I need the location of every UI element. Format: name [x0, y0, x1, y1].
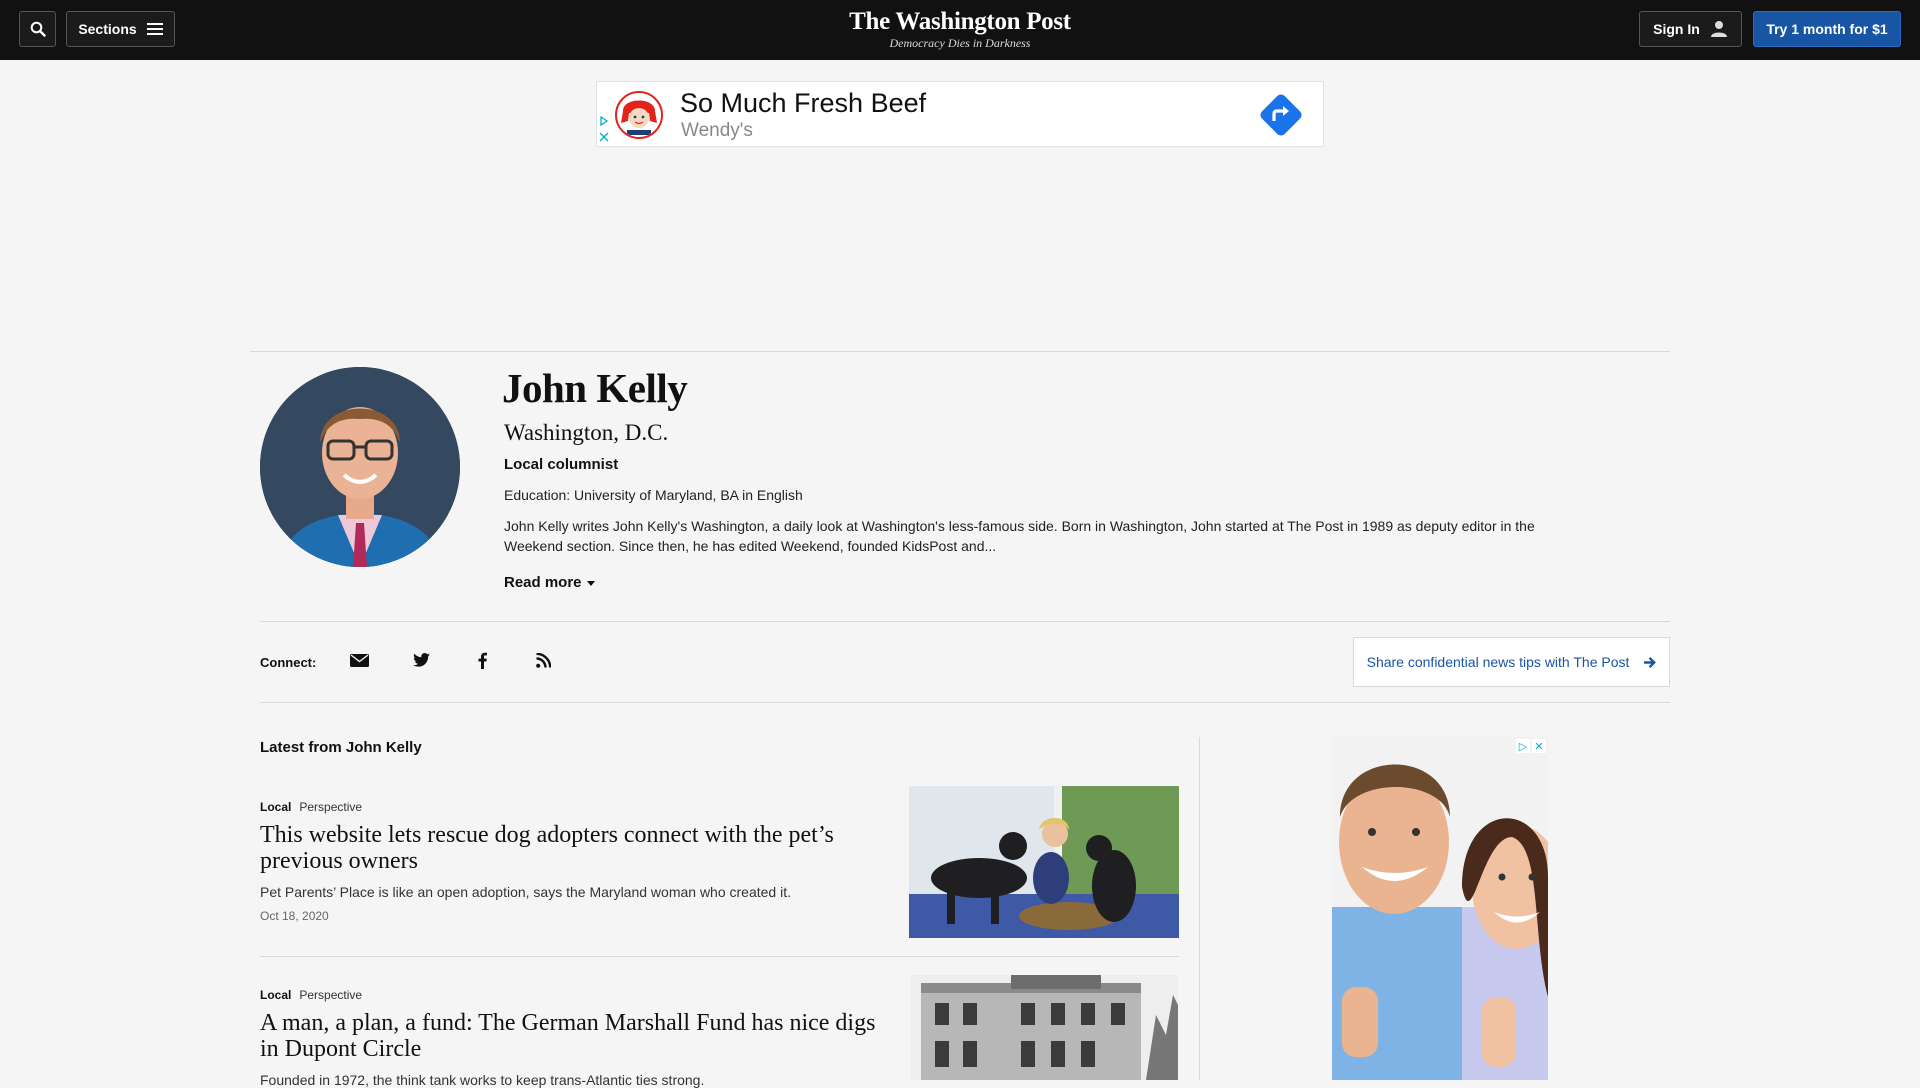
- twitter-button[interactable]: [409, 648, 433, 672]
- article-section-link[interactable]: Local: [260, 988, 291, 1002]
- article-blurb: Founded in 1972, the think tank works to…: [260, 1072, 705, 1088]
- masthead-logo[interactable]: The Washington Post Democracy Dies in Da…: [760, 8, 1160, 50]
- ad-directions-button[interactable]: [1257, 91, 1305, 139]
- author-bio: John Kelly writes John Kelly's Washingto…: [504, 518, 1535, 554]
- article-section-link[interactable]: Local: [260, 800, 291, 814]
- rss-icon: [535, 652, 551, 668]
- connect-divider: [260, 702, 1670, 703]
- side-ad[interactable]: ▷ ✕: [1332, 737, 1548, 1080]
- sign-in-label: Sign In: [1653, 21, 1700, 37]
- email-button[interactable]: [347, 648, 371, 672]
- article-kicker: Local Perspective: [260, 800, 362, 814]
- ad-brand: Wendy's: [681, 120, 753, 141]
- profile-divider: [260, 621, 1670, 622]
- sections-menu-button[interactable]: Sections: [66, 11, 175, 47]
- facebook-icon: [478, 652, 487, 669]
- author-location: Washington, D.C.: [504, 420, 669, 445]
- top-navigation-bar: Sections The Washington Post Democracy D…: [0, 0, 1920, 60]
- hamburger-icon: [146, 23, 163, 35]
- ad-headline: So Much Fresh Beef: [680, 88, 927, 118]
- ad-controls: ▷ ✕: [1516, 739, 1546, 753]
- news-tips-label: Share confidential news tips with The Po…: [1366, 654, 1630, 670]
- article-thumbnail[interactable]: [909, 786, 1179, 938]
- adchoices-icon[interactable]: [599, 116, 609, 126]
- connect-label: Connect:: [260, 655, 317, 670]
- news-tips-button[interactable]: Share confidential news tips with The Po…: [1353, 637, 1670, 687]
- close-icon[interactable]: [599, 132, 609, 142]
- wapo-logo: The Washington Post: [849, 8, 1071, 35]
- column-divider: [1199, 737, 1200, 1080]
- article-type: Perspective: [299, 988, 363, 1002]
- article-thumbnail[interactable]: [911, 975, 1178, 1080]
- article-blurb: Pet Parents’ Place is like an open adopt…: [260, 884, 791, 900]
- caret-down-icon: [586, 580, 595, 586]
- tagline: Democracy Dies in Darkness: [889, 36, 1031, 50]
- author-education: Education: University of Maryland, BA in…: [504, 487, 803, 503]
- rss-button[interactable]: [531, 648, 555, 672]
- article-kicker: Local Perspective: [260, 988, 362, 1002]
- author-role: Local columnist: [504, 456, 619, 473]
- author-avatar: [260, 367, 460, 567]
- person-icon: [1710, 21, 1727, 37]
- subscribe-button[interactable]: Try 1 month for $1: [1753, 11, 1901, 47]
- twitter-icon: [412, 653, 430, 667]
- adchoices-icon[interactable]: ▷: [1516, 739, 1530, 753]
- arrow-right-icon: [1644, 656, 1657, 668]
- latest-heading: Latest from John Kelly: [260, 739, 422, 756]
- read-more-button[interactable]: Read more: [504, 574, 596, 591]
- read-more-label: Read more: [504, 574, 582, 591]
- article-divider: [260, 956, 1179, 957]
- facebook-button[interactable]: [470, 648, 494, 672]
- search-button[interactable]: [19, 11, 56, 47]
- search-icon: [30, 21, 46, 37]
- directions-icon: [1260, 94, 1302, 136]
- sections-label: Sections: [78, 21, 137, 37]
- article-title[interactable]: This website lets rescue dog adopters co…: [260, 822, 900, 874]
- close-icon[interactable]: ✕: [1532, 739, 1546, 753]
- sign-in-button[interactable]: Sign In: [1639, 11, 1742, 47]
- article-date: Oct 18, 2020: [260, 909, 329, 923]
- article-type: Perspective: [299, 800, 363, 814]
- author-name: John Kelly: [502, 365, 688, 411]
- email-icon: [349, 653, 369, 667]
- article-title[interactable]: A man, a plan, a fund: The German Marsha…: [260, 1010, 900, 1062]
- wendys-logo: [615, 91, 663, 139]
- banner-ad[interactable]: So Much Fresh Beef Wendy's: [596, 81, 1324, 147]
- header-divider: [250, 351, 1670, 352]
